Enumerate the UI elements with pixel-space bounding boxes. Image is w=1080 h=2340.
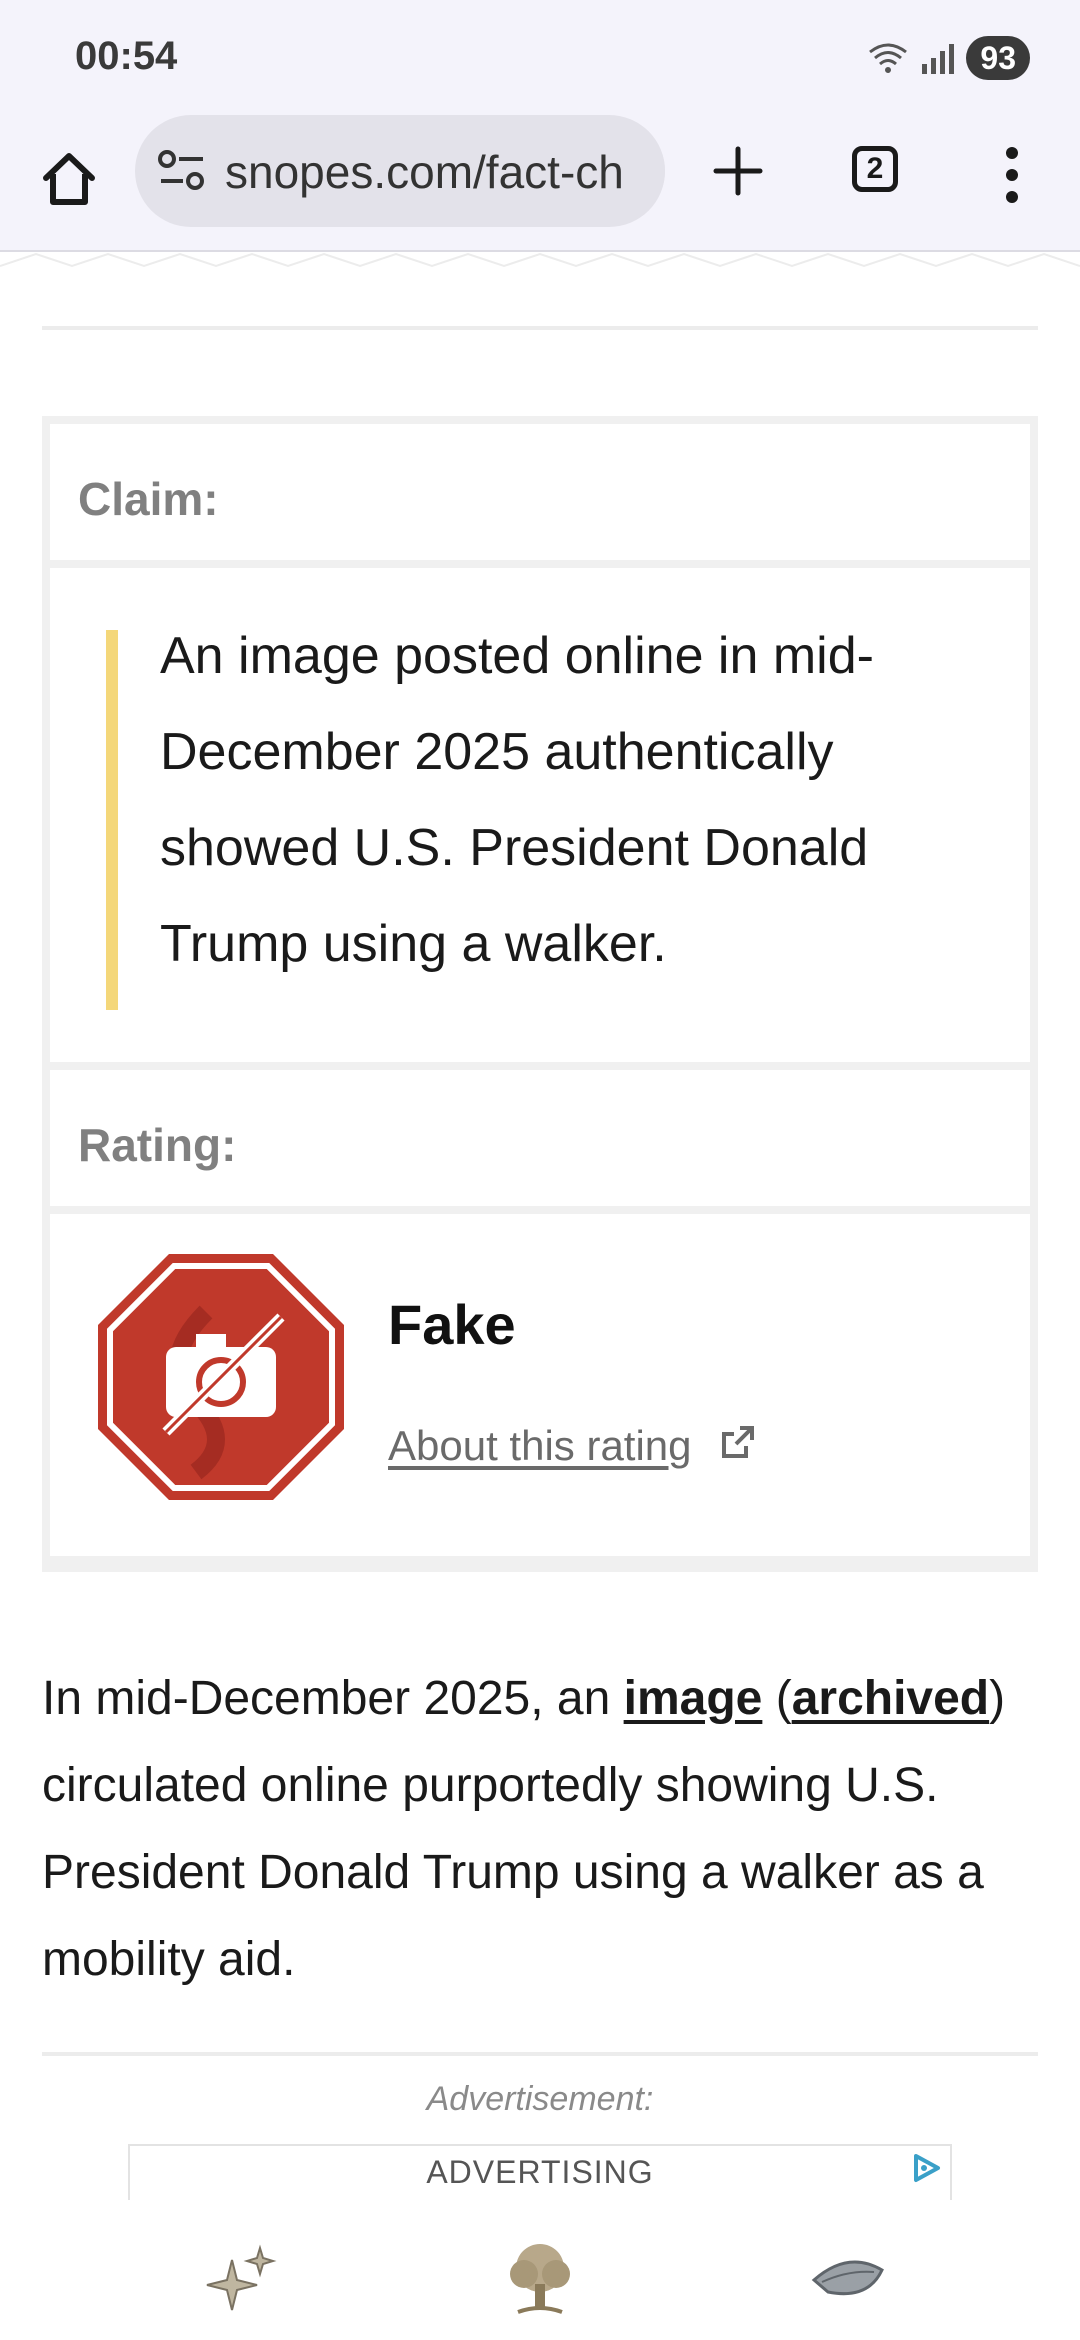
ad-banner[interactable]: ADVERTISING xyxy=(128,2144,952,2200)
ad-banner-text: ADVERTISING xyxy=(426,2154,654,2190)
decorative-zigzag xyxy=(0,252,1080,268)
seed-icon[interactable] xyxy=(808,2240,888,2320)
battery-indicator: 93 xyxy=(966,36,1030,80)
external-link-icon[interactable] xyxy=(718,1422,758,1462)
url-text: snopes.com/fact-ch xyxy=(225,146,624,198)
about-rating-link[interactable]: About this rating xyxy=(388,1422,692,1470)
article-paragraph: In mid-December 2025, an image (archived… xyxy=(42,1655,1042,2003)
sparkle-icon[interactable] xyxy=(202,2240,282,2320)
rating-label: Rating: xyxy=(78,1119,237,1171)
address-bar[interactable]: snopes.com/fact-ch xyxy=(135,115,665,227)
fake-rating-badge-icon xyxy=(98,1254,344,1500)
bottom-bar xyxy=(0,2200,1080,2340)
status-bar: 00:54 93 xyxy=(0,0,1080,110)
claim-text: An image posted online in mid-December 2… xyxy=(160,627,874,973)
claim-body: An image posted online in mid-December 2… xyxy=(50,568,1030,1062)
status-icons: 93 xyxy=(866,36,1030,80)
rating-body: Fake About this rating xyxy=(50,1214,1030,1556)
paragraph-text: ( xyxy=(762,1672,792,1725)
divider xyxy=(42,326,1038,330)
claim-label: Claim: xyxy=(78,473,219,525)
wifi-icon xyxy=(869,43,908,73)
quote-bar xyxy=(106,630,118,1010)
image-link[interactable]: image xyxy=(624,1672,763,1725)
browser-toolbar: snopes.com/fact-ch 2 xyxy=(0,110,1080,252)
divider xyxy=(42,2052,1038,2056)
fact-check-card: Claim: An image posted online in mid-Dec… xyxy=(42,416,1038,1572)
tabs-icon[interactable]: 2 xyxy=(852,146,898,192)
home-icon[interactable] xyxy=(38,148,100,210)
signal-icon xyxy=(922,44,955,74)
status-time: 00:54 xyxy=(75,34,178,78)
archived-link[interactable]: archived xyxy=(792,1672,989,1725)
plus-icon[interactable] xyxy=(710,143,766,199)
advertisement-label: Advertisement: xyxy=(426,2080,654,2118)
claim-header: Claim: xyxy=(50,424,1030,560)
site-settings-icon[interactable] xyxy=(157,149,207,193)
adchoices-icon[interactable] xyxy=(908,2150,944,2186)
rating-header: Rating: xyxy=(50,1070,1030,1206)
paragraph-text: In mid-December 2025, an xyxy=(42,1672,624,1725)
rating-value: Fake xyxy=(388,1293,516,1356)
tree-icon[interactable] xyxy=(500,2240,580,2320)
more-vert-icon[interactable] xyxy=(1000,145,1024,205)
